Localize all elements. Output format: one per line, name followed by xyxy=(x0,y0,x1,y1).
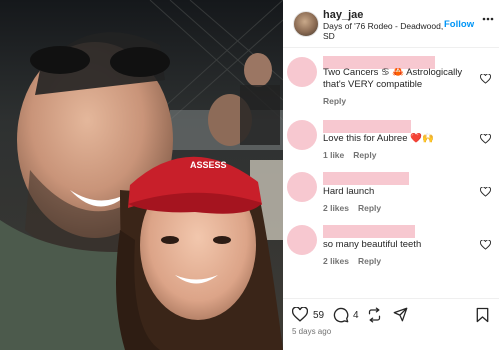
post-location[interactable]: Days of '76 Rodeo - Deadwood, SD xyxy=(323,21,451,41)
like-count-link[interactable]: 2 likes xyxy=(323,256,349,266)
comment-meta: 2 likes Reply xyxy=(323,256,390,266)
redacted-commenter-name xyxy=(323,225,415,238)
comment-meta: Reply xyxy=(323,96,355,106)
like-comment-heart-icon[interactable] xyxy=(480,74,491,84)
commenter-avatar[interactable] xyxy=(287,120,317,150)
redacted-commenter-name xyxy=(323,172,409,185)
reply-link[interactable]: Reply xyxy=(358,256,381,266)
author-avatar[interactable] xyxy=(293,11,319,37)
reply-link[interactable]: Reply xyxy=(358,203,381,213)
bookmark-icon[interactable] xyxy=(476,307,489,323)
author-username[interactable]: hay_jae xyxy=(323,9,363,21)
comment-count[interactable]: 4 xyxy=(353,310,359,321)
post-photo[interactable]: ASSESS xyxy=(0,0,283,350)
heart-icon[interactable] xyxy=(292,307,308,322)
like-count-link[interactable]: 1 like xyxy=(323,150,344,160)
comment-text: so many beautiful teeth xyxy=(323,239,422,250)
comments-list[interactable]: Two Cancers ♋ 🦀 Astrologically that's VE… xyxy=(283,48,499,298)
commenter-avatar[interactable] xyxy=(287,172,317,202)
like-comment-heart-icon[interactable] xyxy=(480,240,491,250)
svg-text:ASSESS: ASSESS xyxy=(190,160,227,170)
post-header: hay_jae Days of '76 Rodeo - Deadwood, SD… xyxy=(283,0,499,48)
comment-meta: 1 like Reply xyxy=(323,150,385,160)
share-icon[interactable] xyxy=(367,307,382,323)
follow-button[interactable]: Follow xyxy=(444,19,474,30)
comment-text: Two Cancers ♋ 🦀 Astrologically that's VE… xyxy=(323,67,463,90)
comment-text: Hard launch xyxy=(323,186,375,197)
like-count-link[interactable]: 2 likes xyxy=(323,203,349,213)
reply-link[interactable]: Reply xyxy=(353,150,376,160)
reply-link[interactable]: Reply xyxy=(323,96,346,106)
comment-meta: 2 likes Reply xyxy=(323,203,390,213)
commenter-avatar[interactable] xyxy=(287,225,317,255)
comment-text: Love this for Aubree ❤️🙌 xyxy=(323,133,434,144)
redacted-commenter-name xyxy=(323,120,411,133)
post-timestamp[interactable]: 5 days ago xyxy=(292,327,331,336)
comment-icon[interactable] xyxy=(333,307,349,323)
like-comment-heart-icon[interactable] xyxy=(480,187,491,197)
post-side-panel: hay_jae Days of '76 Rodeo - Deadwood, SD… xyxy=(283,0,499,350)
send-icon[interactable] xyxy=(393,307,408,322)
post-action-bar: 59 4 5 days ago xyxy=(283,298,499,351)
more-options-icon[interactable] xyxy=(482,17,494,21)
like-comment-heart-icon[interactable] xyxy=(480,134,491,144)
like-count[interactable]: 59 xyxy=(313,310,324,321)
commenter-avatar[interactable] xyxy=(287,57,317,87)
